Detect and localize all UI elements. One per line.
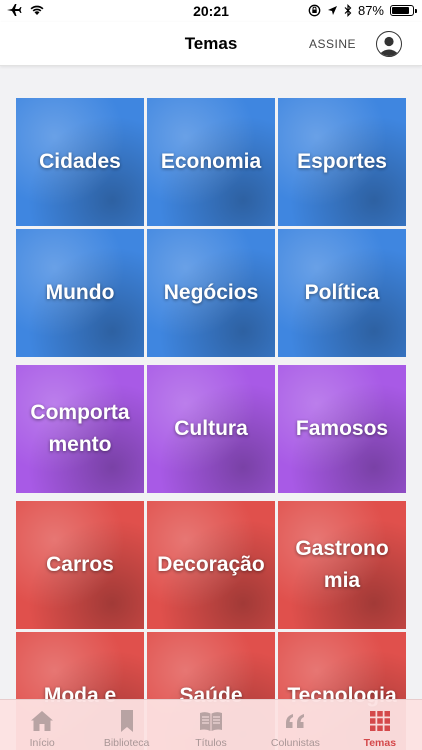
tab-colunistas[interactable]: Colunistas [253,700,337,750]
topic-tile-label: Gastrono mia [295,537,389,592]
rotation-lock-icon [308,4,321,17]
topic-tile-carros[interactable]: Carros [16,501,144,629]
topic-tile-politica[interactable]: Política [278,229,406,357]
navigation-bar: Temas ASSINE [0,22,422,66]
tab-label-colunistas: Colunistas [270,737,320,749]
topic-tile-cidades[interactable]: Cidades [16,98,144,226]
quote-icon [286,714,305,728]
topic-tile-label: Mundo [45,281,115,304]
topic-tile-label: Economia [160,150,262,173]
battery-icon [390,5,417,16]
topic-tile-label: Cultura [174,417,248,440]
topic-tile-negocios[interactable]: Negócios [147,229,275,357]
topic-tile-label: Comporta mento [30,401,130,456]
topic-tile-decoracao[interactable]: Decoração [147,501,275,629]
topic-tile-famosos[interactable]: Famosos [278,365,406,493]
topic-tile-comportamento[interactable]: Comporta mento [16,365,144,493]
tab-inicio[interactable]: Início [0,700,84,750]
tab-titulos[interactable]: Títulos [169,700,253,750]
battery-percent: 87% [357,3,384,18]
tab-temas[interactable]: Temas [338,700,422,750]
topic-tile-mundo[interactable]: Mundo [16,229,144,357]
profile-button[interactable] [376,31,402,57]
topic-tile-label: Cidades [39,150,121,173]
tab-label-titulos: Títulos [195,737,227,749]
bookmark-icon [120,710,133,732]
bluetooth-icon [344,4,352,17]
location-icon [327,6,337,15]
topic-tile-esportes[interactable]: Esportes [278,98,406,226]
topic-tile-label: Famosos [295,417,389,440]
tab-label-inicio: Início [29,737,55,749]
tab-label-temas: Temas [363,737,397,749]
topic-tile-label: Negócios [163,281,259,304]
topic-tile-economia[interactable]: Economia [147,98,275,226]
status-right: 87% [308,3,417,18]
home-icon [31,711,54,731]
tab-bar: Início Biblioteca Títulos Colunistas Tem… [0,699,422,750]
topic-tile-gastronomia[interactable]: Gastrono mia [278,501,406,629]
topic-tile-label: Esportes [297,150,387,173]
topic-tile-cultura[interactable]: Cultura [147,365,275,493]
subscribe-button[interactable]: ASSINE [309,37,356,51]
topic-tile-label: Decoração [157,553,265,576]
grid-icon [369,711,390,731]
battery-fill [392,7,410,14]
book-icon [200,712,223,731]
topic-tile-label: Política [304,281,380,304]
tab-biblioteca[interactable]: Biblioteca [84,700,168,750]
topic-tile-label: Carros [46,553,114,576]
page-title: Temas [184,34,238,53]
tab-label-biblioteca: Biblioteca [103,737,150,749]
status-bar: 20:21 87% [0,0,422,22]
